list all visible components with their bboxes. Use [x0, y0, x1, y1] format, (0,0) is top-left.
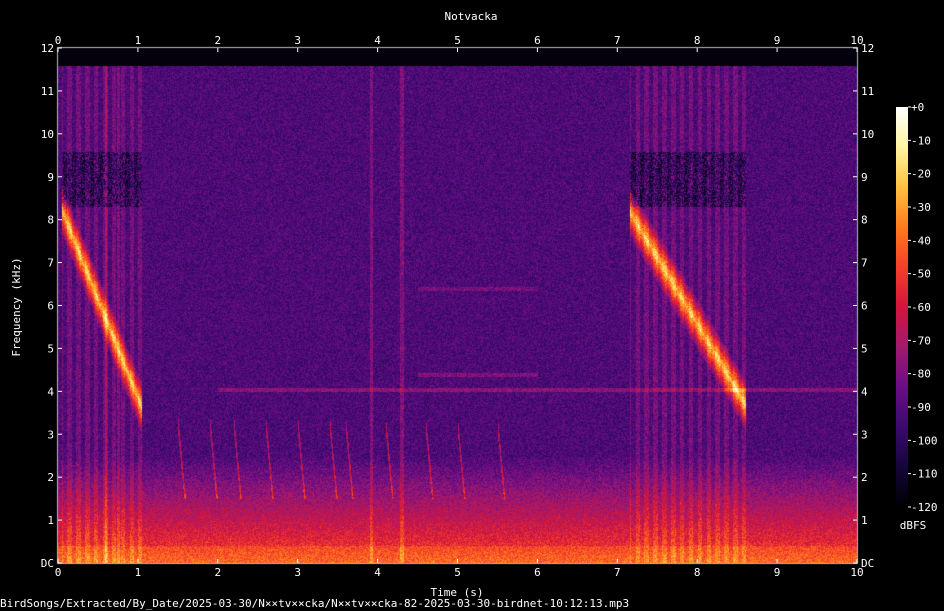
- x-ticks-bottom: 0 1 2 3 4 5 6 7 8 9 10: [55, 559, 864, 579]
- y-tick-label-right: DC: [861, 557, 874, 570]
- colorbar-tick-label: -20: [911, 168, 931, 181]
- y-tick-label-left: 8: [47, 214, 54, 227]
- y-tick-label-left: 11: [41, 85, 54, 98]
- y-tick-label-right: 7: [861, 257, 868, 270]
- y-tick-label-left: 5: [47, 342, 54, 355]
- y-tick-label-left: 9: [47, 171, 54, 184]
- y-tick-label-left: 10: [41, 128, 54, 141]
- x-tick-label-top: 1: [135, 34, 142, 47]
- colorbar-tick-label: -70: [911, 334, 931, 347]
- x-tick-label-top: 3: [294, 34, 301, 47]
- chart-title: Notvacka: [445, 10, 498, 23]
- y-tick-label-right: 12: [861, 42, 874, 55]
- y-tick-label-right: 9: [861, 171, 868, 184]
- y-tick-label-right: 4: [861, 385, 868, 398]
- y-ticks-right: DC123456789101112: [853, 42, 874, 570]
- colorbar-tick-label: -80: [911, 368, 931, 381]
- y-tick-label-left: 2: [47, 471, 54, 484]
- colorbar-tick-label: -40: [911, 234, 931, 247]
- x-tick-label-bottom: 2: [214, 566, 221, 579]
- y-ticks-left: DC123456789101112: [41, 42, 62, 570]
- y-tick-label-left: 4: [47, 385, 54, 398]
- x-tick-label-bottom: 3: [294, 566, 301, 579]
- colorbar: +0 -10 -20 -30 -40 -50 -60 -70 -80 -90 -100 -110 -12…: [896, 101, 938, 514]
- colorbar-tick-label: -10: [911, 134, 931, 147]
- x-tick-label-top: 9: [774, 34, 781, 47]
- x-tick-label-bottom: 1: [135, 566, 142, 579]
- y-tick-label-left: 3: [47, 428, 54, 441]
- y-tick-label-right: 8: [861, 214, 868, 227]
- colorbar-tick-label: -30: [911, 201, 931, 214]
- file-path-footer: BirdSongs/Extracted/By_Date/2025-03-30/N…: [0, 597, 629, 610]
- y-tick-label-left: 12: [41, 42, 54, 55]
- x-tick-label-bottom: 4: [374, 566, 381, 579]
- y-tick-label-left: 6: [47, 300, 54, 313]
- x-tick-label-bottom: 5: [454, 566, 461, 579]
- y-tick-label-left: DC: [41, 557, 54, 570]
- colorbar-tick-label: -90: [911, 401, 931, 414]
- x-tick-label-bottom: 0: [55, 566, 62, 579]
- y-tick-label-left: 7: [47, 257, 54, 270]
- colorbar-tick-label: -50: [911, 268, 931, 281]
- y-tick-label-right: 11: [861, 85, 874, 98]
- y-tick-label-right: 6: [861, 300, 868, 313]
- y-tick-label-right: 5: [861, 342, 868, 355]
- y-tick-label-right: 3: [861, 428, 868, 441]
- colorbar-unit-label: dBFS: [900, 519, 927, 532]
- colorbar-tick-label: -110: [911, 468, 938, 481]
- chart-overlay: Notvacka 0 1 2 3 4 5 6 7 8 9 10 0 1 2 3 4 5 6 7 8 9 10 DC123…: [0, 10, 938, 610]
- y-tick-label-right: 1: [861, 514, 868, 527]
- colorbar-gradient: [896, 107, 908, 507]
- x-tick-label-top: 6: [534, 34, 541, 47]
- x-tick-label-bottom: 8: [694, 566, 701, 579]
- y-tick-label-left: 1: [47, 514, 54, 527]
- y-tick-label-right: 2: [861, 471, 868, 484]
- y-tick-label-right: 10: [861, 128, 874, 141]
- x-tick-label-top: 2: [214, 34, 221, 47]
- colorbar-tick-label: -120: [911, 501, 938, 514]
- colorbar-tick-label: -100: [911, 434, 938, 447]
- x-tick-label-bottom: 6: [534, 566, 541, 579]
- x-tick-label-bottom: 9: [774, 566, 781, 579]
- x-tick-label-top: 7: [614, 34, 621, 47]
- x-tick-label-top: 4: [374, 34, 381, 47]
- x-ticks-top: 0 1 2 3 4 5 6 7 8 9 10: [55, 34, 864, 52]
- x-tick-label-top: 5: [454, 34, 461, 47]
- x-tick-label-top: 8: [694, 34, 701, 47]
- x-tick-label-top: 0: [55, 34, 62, 47]
- x-tick-label-bottom: 7: [614, 566, 621, 579]
- y-axis-label: Frequency (kHz): [10, 257, 23, 356]
- colorbar-tick-label: -60: [911, 301, 931, 314]
- colorbar-tick-label: +0: [911, 101, 924, 114]
